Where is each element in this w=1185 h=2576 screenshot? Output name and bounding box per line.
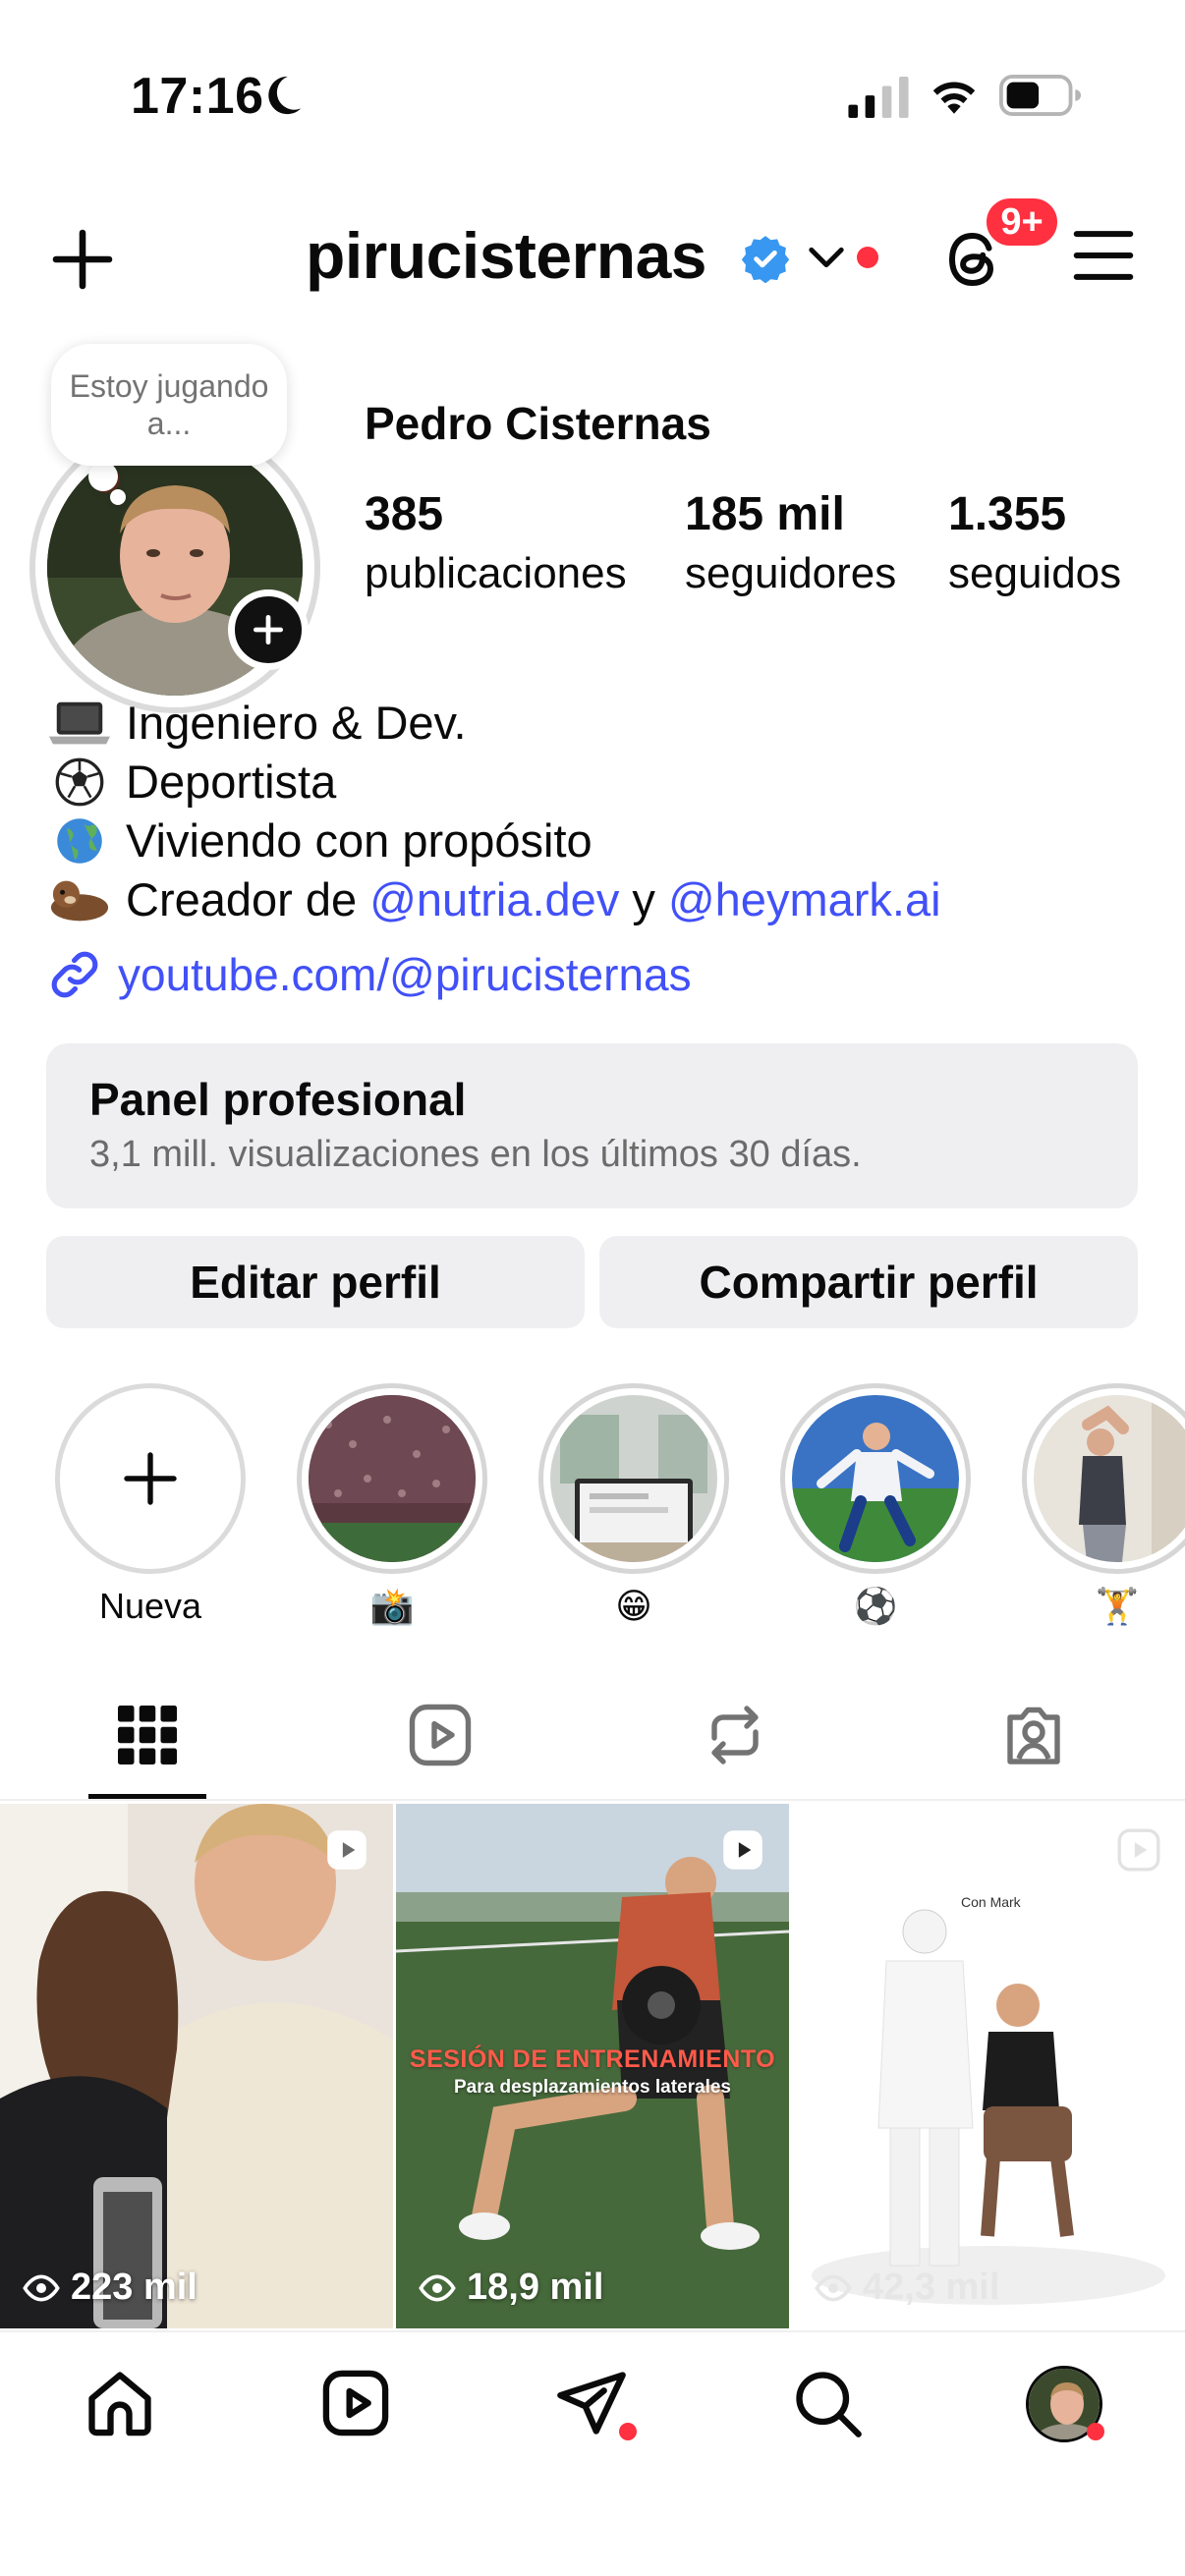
view-count: 223 mil bbox=[22, 2267, 198, 2309]
bio-line-2: Deportista bbox=[126, 756, 337, 808]
stat-followers-value: 185 mil bbox=[685, 488, 845, 540]
add-story-button[interactable] bbox=[228, 589, 309, 670]
reel-indicator-icon bbox=[327, 1830, 367, 1870]
bio-line-4-mid: y bbox=[632, 873, 655, 925]
stat-following[interactable]: 1.355 seguidos bbox=[948, 487, 1121, 598]
soccer-ball-icon bbox=[55, 757, 104, 807]
grid-post[interactable]: SESIÓN DE ENTRENAMIENTO Para desplazamie… bbox=[396, 1804, 789, 2328]
highlight-label: ⚽ bbox=[853, 1586, 898, 1626]
grid-post[interactable]: 223 mil bbox=[0, 1804, 393, 2328]
reposts-tab-icon[interactable] bbox=[700, 1700, 770, 1770]
bio-line-4-prefix: Creador de bbox=[126, 873, 358, 925]
profile-bio: Ingeniero & Dev. Deportista Viviendo con… bbox=[49, 694, 1150, 929]
profile-notification-dot bbox=[1087, 2423, 1104, 2440]
profile-note[interactable]: Estoy jugando a... bbox=[51, 344, 287, 466]
view-count: 42,3 mil bbox=[814, 2267, 999, 2309]
highlight-label: 😁 bbox=[615, 1586, 652, 1626]
create-plus-icon[interactable] bbox=[47, 224, 118, 295]
highlight-label: 📸 bbox=[369, 1586, 415, 1626]
profile-username[interactable]: pirucisternas bbox=[306, 218, 707, 293]
highlight-item[interactable]: ⚽ bbox=[780, 1383, 971, 1629]
stat-followers[interactable]: 185 mil seguidores bbox=[685, 487, 896, 598]
eye-icon bbox=[419, 2273, 456, 2302]
panel-title: Panel profesional bbox=[89, 1074, 467, 1125]
bio-line-3: Viviendo con propósito bbox=[126, 814, 592, 867]
profile-link[interactable]: youtube.com/@pirucisternas bbox=[47, 947, 692, 1002]
tabs-divider bbox=[0, 1799, 1185, 1801]
highlight-item[interactable]: 📸 bbox=[297, 1383, 487, 1629]
edit-profile-button[interactable]: Editar perfil bbox=[46, 1236, 585, 1328]
share-profile-button[interactable]: Compartir perfil bbox=[599, 1236, 1138, 1328]
account-notification-dot bbox=[857, 247, 878, 268]
reel-indicator-icon bbox=[1117, 1828, 1160, 1872]
grid-tab-icon[interactable] bbox=[112, 1700, 183, 1770]
view-count-value: 42,3 mil bbox=[863, 2267, 1000, 2308]
highlight-item[interactable]: 😁 bbox=[538, 1383, 729, 1629]
chevron-down-icon[interactable] bbox=[808, 244, 845, 271]
notification-count-badge: 9+ bbox=[983, 195, 1061, 250]
tagged-tab-icon[interactable] bbox=[998, 1700, 1069, 1770]
highlight-cover-image bbox=[1034, 1395, 1185, 1562]
professional-dashboard[interactable]: Panel profesional 3,1 mill. visualizacio… bbox=[46, 1043, 1138, 1208]
hamburger-menu-icon[interactable] bbox=[1071, 226, 1136, 285]
moon-icon bbox=[268, 76, 302, 115]
post-overlay-subtitle: Para desplazamientos laterales bbox=[454, 2077, 731, 2098]
highlight-label: 🏋️ bbox=[1095, 1586, 1140, 1626]
plus-icon bbox=[124, 1452, 177, 1505]
view-count-value: 18,9 mil bbox=[467, 2267, 604, 2308]
messages-notification-dot bbox=[619, 2423, 637, 2440]
post-overlay-title: SESIÓN DE ENTRENAMIENTO bbox=[409, 2045, 776, 2073]
highlight-cover-image bbox=[792, 1395, 959, 1562]
active-tab-indicator bbox=[88, 1794, 206, 1799]
signal-icon bbox=[848, 77, 909, 118]
profile-link-text[interactable]: youtube.com/@pirucisternas bbox=[118, 948, 692, 1001]
stat-posts-value: 385 bbox=[365, 488, 444, 540]
reels-tab-icon[interactable] bbox=[405, 1700, 476, 1770]
stat-following-value: 1.355 bbox=[948, 488, 1067, 540]
highlight-cover-image bbox=[550, 1395, 717, 1562]
highlight-label: Nueva bbox=[98, 1586, 202, 1626]
stat-posts-label: publicaciones bbox=[365, 549, 627, 597]
highlight-cover-image bbox=[309, 1395, 476, 1562]
view-count: 18,9 mil bbox=[418, 2267, 603, 2309]
direct-messages-icon[interactable] bbox=[554, 2366, 629, 2440]
verified-badge-icon bbox=[741, 236, 790, 283]
stat-following-label: seguidos bbox=[948, 549, 1122, 597]
mention-nutria-dev[interactable]: @nutria.dev bbox=[369, 870, 619, 929]
status-time: 17:16 bbox=[131, 68, 264, 125]
mention-heymark-ai[interactable]: @heymark.ai bbox=[668, 870, 941, 929]
home-icon[interactable] bbox=[83, 2366, 157, 2440]
link-icon bbox=[51, 951, 98, 998]
highlight-new[interactable]: Nueva bbox=[55, 1383, 246, 1629]
stat-followers-label: seguidores bbox=[685, 549, 897, 597]
highlight-item[interactable]: 🏋️ bbox=[1022, 1383, 1185, 1629]
globe-icon bbox=[57, 818, 102, 864]
reel-indicator-icon bbox=[723, 1830, 762, 1870]
wifi-icon bbox=[932, 82, 976, 114]
eye-icon bbox=[815, 2273, 852, 2302]
view-count-value: 223 mil bbox=[71, 2267, 198, 2308]
eye-icon bbox=[23, 2273, 60, 2302]
battery-icon bbox=[999, 75, 1082, 116]
post-overlay-label: Con Mark bbox=[961, 1894, 1021, 1910]
profile-full-name: Pedro Cisternas bbox=[365, 398, 711, 449]
reels-icon[interactable] bbox=[318, 2366, 393, 2440]
panel-subtitle: 3,1 mill. visualizaciones en los últimos… bbox=[89, 1134, 862, 1175]
laptop-icon bbox=[49, 701, 110, 745]
otter-icon bbox=[50, 880, 109, 922]
stat-posts[interactable]: 385 publicaciones bbox=[365, 487, 627, 598]
grid-post[interactable]: Con Mark 42,3 mil bbox=[792, 1804, 1185, 2328]
bio-line-1: Ingeniero & Dev. bbox=[126, 697, 467, 749]
search-icon[interactable] bbox=[790, 2366, 865, 2440]
note-bubble-tail bbox=[88, 462, 118, 491]
note-bubble-tail-small bbox=[110, 489, 126, 505]
